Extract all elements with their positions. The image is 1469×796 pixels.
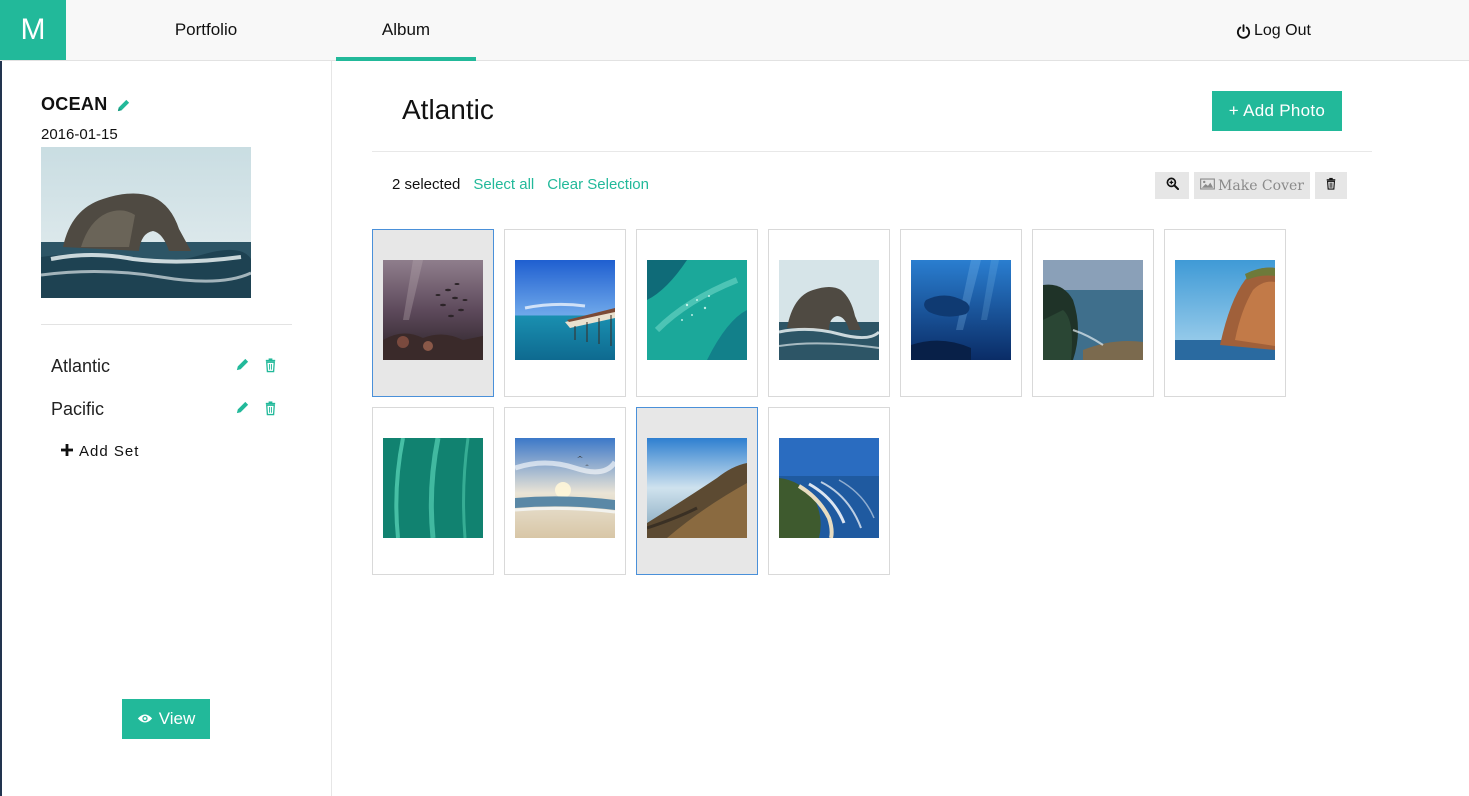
header-divider [372,151,1372,152]
view-label: View [158,709,196,728]
album-name: OCEAN [41,94,108,114]
photo-thumbnail-pier-lagoon [515,260,615,360]
image-icon [1200,177,1215,194]
set-title: Atlantic [402,94,494,125]
photo-tile[interactable] [372,229,494,397]
album-date: 2016-01-15 [41,126,118,143]
select-all-link[interactable]: Select all [473,176,534,193]
sidebar-set-pacific: Pacific [51,394,291,424]
photo-thumbnail-aerial-green-water [383,438,483,538]
photo-tile[interactable] [636,407,758,575]
photo-tile[interactable] [1164,229,1286,397]
make-cover-button[interactable]: Make Cover [1194,172,1310,199]
photo-thumbnail-aerial-beach-waves [779,438,879,538]
tab-portfolio[interactable]: Portfolio [136,0,276,60]
sidebar-set-atlantic: Atlantic [51,351,291,381]
brand-logo[interactable]: M [0,0,66,60]
logout-button[interactable]: Log Out [1236,22,1311,40]
clear-selection-link[interactable]: Clear Selection [547,176,649,193]
trash-icon [1325,177,1337,195]
view-album-button[interactable]: View [122,699,210,739]
delete-photos-button[interactable] [1315,172,1347,199]
top-navbar: M Portfolio Album Log Out [0,0,1469,61]
album-title: OCEAN [41,94,131,115]
delete-set-trash-icon[interactable] [263,357,278,373]
selected-count: 2 selected [392,176,461,193]
zoom-button[interactable] [1155,172,1189,199]
eye-icon [137,709,153,729]
delete-set-trash-icon[interactable] [263,400,278,416]
set-label-pacific[interactable]: Pacific [51,399,104,420]
photo-tile[interactable] [636,229,758,397]
edit-album-pencil-icon[interactable] [116,97,131,112]
album-cover-image [41,147,251,298]
photo-tile[interactable] [372,407,494,575]
photo-tile[interactable] [504,407,626,575]
photo-tile[interactable] [1032,229,1154,397]
photo-thumbnail-underwater-fish [383,260,483,360]
add-set-button[interactable]: Add Set [61,443,139,460]
edit-set-pencil-icon[interactable] [235,400,250,416]
photo-thumbnail-sea-cliff [1175,260,1275,360]
make-cover-label: Make Cover [1218,177,1304,194]
photo-tile[interactable] [900,229,1022,397]
power-icon [1236,23,1251,39]
selection-bar: 2 selected Select all Clear Selection [392,176,649,193]
photo-thumbnail-rock-arch [779,260,879,360]
photo-thumbnail-beach-sunset [515,438,615,538]
photo-tile[interactable] [768,407,890,575]
photo-tile[interactable] [504,229,626,397]
logout-label: Log Out [1254,22,1311,39]
photo-thumbnail-coastal-hillside [647,438,747,538]
tab-album[interactable]: Album [336,0,476,61]
photo-thumbnail-coastal-cliffs [1043,260,1143,360]
add-photo-button[interactable]: + Add Photo [1212,91,1342,131]
zoom-in-icon [1166,177,1179,195]
photo-thumbnail-underwater-whale [911,260,1011,360]
album-sidebar: OCEAN 2016-01-15 Atlantic Pacific Add Se… [2,61,332,796]
add-set-label: Add Set [79,443,140,460]
photo-tile[interactable] [768,229,890,397]
photo-thumbnail-aerial-turquoise [647,260,747,360]
plus-icon [61,443,73,460]
set-label-atlantic[interactable]: Atlantic [51,356,110,377]
sidebar-divider [41,324,292,325]
edit-set-pencil-icon[interactable] [235,357,250,373]
